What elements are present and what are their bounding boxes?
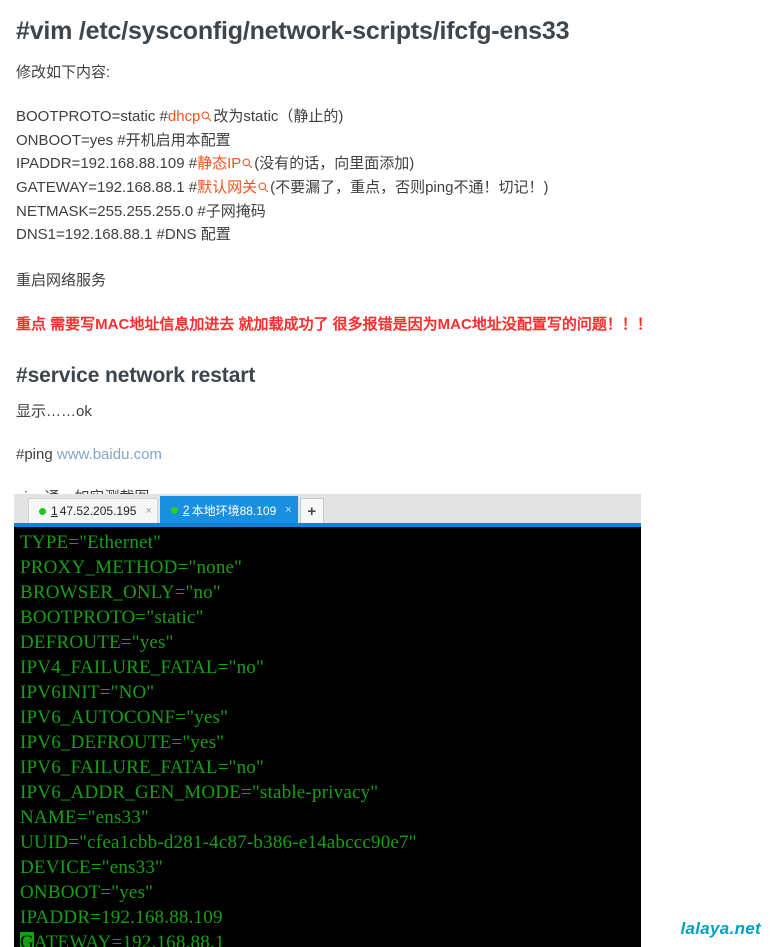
config-line: IPADDR=192.168.88.109 #静态IP (没有的话，向里面添加) <box>16 152 755 176</box>
close-icon[interactable]: × <box>145 505 151 517</box>
terminal-cursor: G <box>20 932 34 947</box>
terminal-line-rest: ATEWAY=192.168.88.1 <box>33 932 225 947</box>
config-keyword: 静态IP <box>197 154 242 172</box>
terminal-line: IPV4_FAILURE_FATAL="no" <box>20 657 264 678</box>
tab-label: 本地环境88.109 <box>191 503 277 518</box>
config-lines: BOOTPROTO=static #dhcp 改为static（静止的) ONBO… <box>16 105 755 246</box>
config-line: GATEWAY=192.168.88.1 #默认网关 (不要漏了，重点，否则pin… <box>16 176 755 200</box>
restart-note: 重启网络服务 <box>16 271 107 289</box>
terminal-tab-1[interactable]: 1 47.52.205.195 × <box>28 498 158 523</box>
terminal-line: IPV6_ADDR_GEN_MODE="stable-privacy" <box>20 782 379 803</box>
search-icon[interactable] <box>258 177 269 200</box>
status-dot-icon <box>170 506 178 514</box>
display-ok-text: 显示……ok <box>16 402 92 420</box>
config-line-suffix: (没有的话，向里面添加) <box>254 154 415 172</box>
ping-prefix: #ping <box>16 445 57 463</box>
intro-text: 修改如下内容: <box>16 64 111 82</box>
status-dot-icon <box>39 507 46 515</box>
terminal-line: UUID="cfea1cbb-d281-4c87-b386-e14abccc90… <box>20 832 417 853</box>
config-keyword: 默认网关 <box>197 178 258 196</box>
config-line: BOOTPROTO=static #dhcp 改为static（静止的) <box>16 105 755 129</box>
config-line-prefix: BOOTPROTO=static # <box>16 107 168 125</box>
tab-number: 1 <box>51 504 58 518</box>
terminal-line: PROXY_METHOD="none" <box>20 557 243 578</box>
tab-label: 47.52.205.195 <box>59 504 137 518</box>
close-icon[interactable]: × <box>285 504 291 516</box>
config-line: DNS1=192.168.88.1 #DNS 配置 <box>16 223 755 246</box>
config-line-prefix: IPADDR=192.168.88.109 # <box>16 154 198 172</box>
article-body: #vim /etc/sysconfig/network-scripts/ifcf… <box>0 0 771 509</box>
terminal-line: BROWSER_ONLY="no" <box>20 582 221 603</box>
new-tab-button[interactable]: + <box>299 498 324 523</box>
ping-command-line: #ping www.baidu.com <box>16 443 755 466</box>
config-line-suffix: (不要漏了，重点，否则ping不通！切记！) <box>270 178 549 196</box>
config-line: NETMASK=255.255.255.0 #子网掩码 <box>16 200 755 223</box>
terminal-window: 1 47.52.205.195 × 2 本地环境88.109 × + TYPE=… <box>14 494 641 947</box>
site-watermark: lalaya.net <box>680 919 761 938</box>
terminal-line: IPV6_AUTOCONF="yes" <box>20 707 229 728</box>
config-line-prefix: ONBOOT=yes #开机启用本配置 <box>16 131 231 149</box>
search-icon[interactable] <box>242 153 253 176</box>
baidu-link[interactable]: www.baidu.com <box>57 446 162 463</box>
terminal-line-with-cursor: GATEWAY=192.168.88.1 <box>20 930 641 947</box>
config-keyword: dhcp <box>167 107 201 125</box>
config-line-suffix: 改为static（静止的) <box>213 107 344 125</box>
terminal-line: IPV6INIT="NO" <box>20 682 155 703</box>
terminal-tab-2[interactable]: 2 本地环境88.109 × <box>159 496 298 523</box>
tab-number: 2 <box>182 503 190 517</box>
config-line-prefix: NETMASK=255.255.255.0 #子网掩码 <box>16 202 266 220</box>
terminal-line: NAME="ens33" <box>20 807 149 828</box>
terminal-line: BOOTPROTO="static" <box>20 607 204 628</box>
terminal-line: IPV6_DEFROUTE="yes" <box>20 732 225 753</box>
terminal-output[interactable]: TYPE="Ethernet" PROXY_METHOD="none" BROW… <box>14 527 641 947</box>
terminal-line: IPADDR=192.168.88.109 <box>20 907 223 928</box>
terminal-line: IPV6_FAILURE_FATAL="no" <box>20 757 264 778</box>
terminal-line: ONBOOT="yes" <box>20 882 154 903</box>
terminal-line: DEFROUTE="yes" <box>20 632 174 653</box>
emphasis-warning: 重点 需要写MAC地址信息加进去 就加载成功了 很多报错是因为MAC地址没配置写… <box>16 315 652 333</box>
terminal-tabbar: 1 47.52.205.195 × 2 本地环境88.109 × + <box>14 494 641 523</box>
terminal-line: DEVICE="ens33" <box>20 857 164 878</box>
page-title: #vim /etc/sysconfig/network-scripts/ifcf… <box>16 17 570 45</box>
config-line: ONBOOT=yes #开机启用本配置 <box>16 129 755 152</box>
config-line-prefix: GATEWAY=192.168.88.1 # <box>16 178 198 196</box>
section-title-service-restart: #service network restart <box>16 364 256 388</box>
search-icon[interactable] <box>201 106 212 129</box>
config-line-prefix: DNS1=192.168.88.1 #DNS 配置 <box>16 225 231 243</box>
terminal-line: TYPE="Ethernet" <box>20 532 162 553</box>
